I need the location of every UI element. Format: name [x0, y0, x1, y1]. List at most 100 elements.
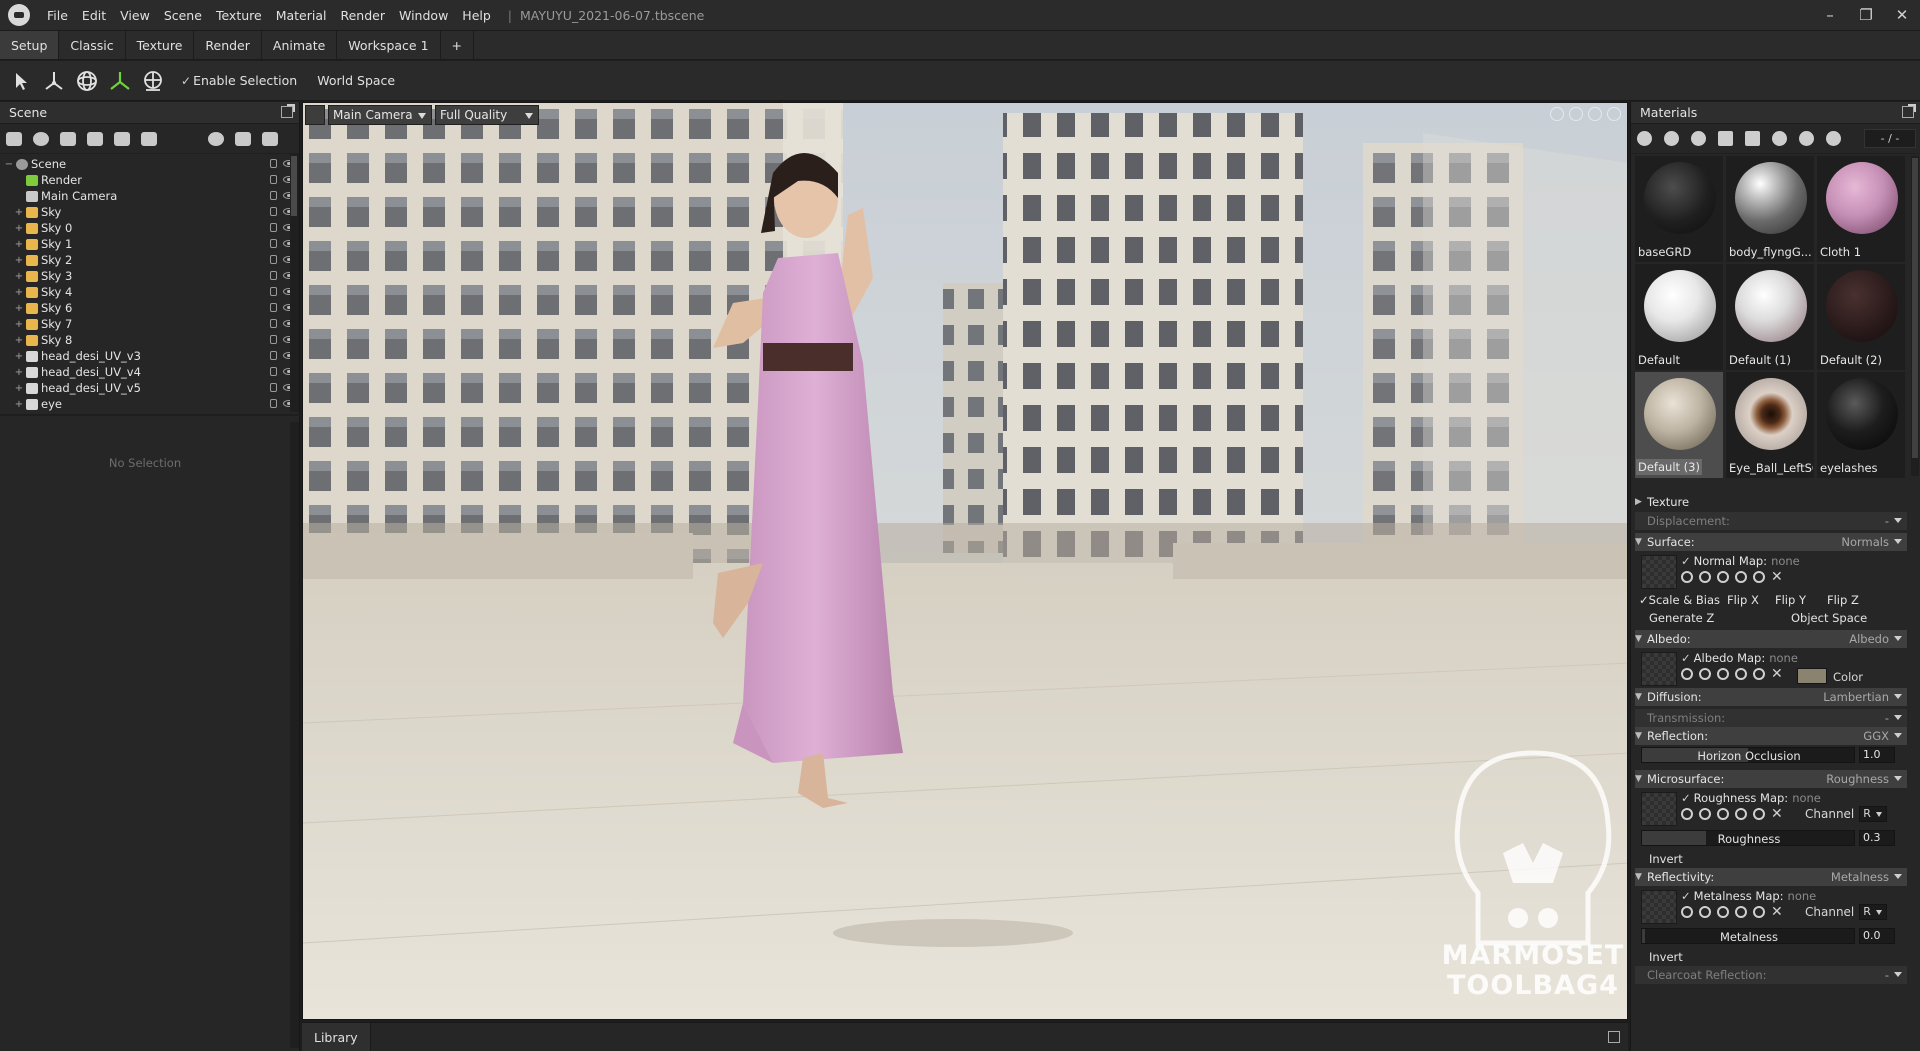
popout-icon[interactable]	[1608, 1031, 1620, 1043]
expand-icon[interactable]: +	[14, 383, 24, 394]
reflection-section[interactable]: ▼ Reflection: GGX	[1635, 727, 1907, 745]
materials-scrollbar[interactable]	[1911, 156, 1919, 476]
refresh-icon[interactable]	[1753, 668, 1765, 680]
expand-icon[interactable]: +	[14, 335, 24, 346]
lock-icon[interactable]	[270, 207, 277, 216]
horizon-occlusion-value[interactable]: 1.0	[1859, 747, 1895, 763]
lock-icon[interactable]	[270, 255, 277, 264]
refresh-icon[interactable]	[1826, 131, 1841, 146]
tree-item[interactable]: + Sky 8	[0, 332, 299, 348]
scale-icon[interactable]	[138, 66, 168, 96]
flip-x-checkbox[interactable]: Flip X	[1727, 593, 1759, 607]
material-thumbnail[interactable]: Default (3)	[1635, 372, 1723, 478]
refresh-icon[interactable]	[1753, 808, 1765, 820]
roughness-invert-checkbox[interactable]: Invert	[1649, 852, 1683, 866]
albedo-map-slot[interactable]: ✓ Albedo Map: none ✕ Color	[1635, 648, 1907, 688]
reflectivity-section[interactable]: ▼ Reflectivity: Metalness	[1635, 868, 1907, 886]
expand-icon[interactable]: +	[14, 399, 24, 410]
displacement-section[interactable]: Displacement: -	[1635, 512, 1907, 530]
clearcoat-section[interactable]: Clearcoat Reflection: -	[1635, 966, 1907, 984]
tree-item[interactable]: Main Camera	[0, 188, 299, 204]
gear-icon[interactable]	[1681, 571, 1693, 583]
roughness-slider[interactable]: Roughness	[1641, 830, 1855, 846]
tree-item[interactable]: + Sky 3	[0, 268, 299, 284]
close-button[interactable]: ✕	[1884, 0, 1920, 30]
expand-icon[interactable]: +	[14, 207, 24, 218]
search-icon[interactable]	[1699, 906, 1711, 918]
tree-item[interactable]: + Sky 1	[0, 236, 299, 252]
microsurface-section[interactable]: ▼ Microsurface: Roughness	[1635, 770, 1907, 788]
metalness-value[interactable]: 0.0	[1859, 928, 1895, 944]
lock-icon[interactable]	[270, 351, 277, 360]
expand-icon[interactable]: +	[14, 271, 24, 282]
lock-icon[interactable]	[270, 287, 277, 296]
metalness-map-slot[interactable]: ✓ Metalness Map: none ✕ Channel R	[1635, 886, 1907, 926]
move-icon[interactable]	[39, 66, 69, 96]
tree-item[interactable]: + Sky 2	[0, 252, 299, 268]
gear-icon[interactable]	[1681, 808, 1693, 820]
tree-item[interactable]: + Sky 4	[0, 284, 299, 300]
scene-scrollbar[interactable]	[290, 154, 299, 412]
albedo-color-swatch[interactable]	[1797, 668, 1827, 684]
material-thumbnail[interactable]: baseGRD	[1635, 156, 1723, 262]
close-icon[interactable]: ✕	[1771, 570, 1783, 584]
gear-icon[interactable]	[1550, 107, 1564, 121]
object-space-checkbox[interactable]: Object Space	[1791, 611, 1867, 625]
minimize-button[interactable]: –	[1812, 0, 1848, 30]
search-icon[interactable]	[1699, 571, 1711, 583]
add-mesh-icon[interactable]	[6, 131, 22, 146]
viewport[interactable]: Main Camera Full Quality MARMOSET TOOLBA…	[302, 102, 1628, 1020]
expand-icon[interactable]: +	[14, 223, 24, 234]
transmission-section[interactable]: Transmission: -	[1635, 709, 1907, 727]
delete-icon[interactable]	[262, 131, 278, 146]
lock-icon[interactable]	[270, 335, 277, 344]
popout-icon[interactable]	[281, 104, 295, 118]
add-turntable-icon[interactable]	[141, 131, 157, 146]
duplicate-material-icon[interactable]	[1664, 131, 1679, 146]
menu-material[interactable]: Material	[269, 8, 334, 23]
tree-item[interactable]: + Sky 6	[0, 300, 299, 316]
add-shadow-catcher-icon[interactable]	[114, 131, 130, 146]
apply-material-icon[interactable]	[1799, 131, 1814, 146]
roughness-channel-select[interactable]: R	[1859, 806, 1888, 822]
expand-icon[interactable]: +	[14, 303, 24, 314]
lock-icon[interactable]	[270, 383, 277, 392]
normal-map-thumbnail[interactable]	[1641, 555, 1677, 589]
metalness-invert-checkbox[interactable]: Invert	[1649, 950, 1683, 964]
scrollbar-thumb[interactable]	[1912, 158, 1918, 458]
menu-file[interactable]: File	[40, 8, 75, 23]
roughness-value[interactable]: 0.3	[1859, 830, 1895, 846]
duplicate-icon[interactable]	[235, 131, 251, 146]
lock-icon[interactable]	[270, 399, 277, 408]
brush-icon[interactable]	[1735, 906, 1747, 918]
select-icon[interactable]	[6, 66, 36, 96]
material-thumbnail[interactable]: Default (1)	[1726, 264, 1814, 370]
gizmo-icon[interactable]	[105, 66, 135, 96]
tree-item[interactable]: Render	[0, 172, 299, 188]
lock-icon[interactable]	[270, 191, 277, 200]
lock-icon[interactable]	[270, 319, 277, 328]
add-material-icon[interactable]	[1637, 131, 1652, 146]
camera-icon[interactable]	[305, 105, 325, 125]
add-workspace-button[interactable]: +	[441, 31, 475, 59]
grid-icon[interactable]	[1588, 107, 1602, 121]
camera-select[interactable]: Main Camera	[328, 105, 432, 125]
brush-icon[interactable]	[1735, 668, 1747, 680]
expand-icon[interactable]: +	[14, 287, 24, 298]
lock-icon[interactable]	[270, 271, 277, 280]
expand-icon[interactable]	[1569, 107, 1583, 121]
brush-icon[interactable]	[1735, 808, 1747, 820]
albedo-map-thumbnail[interactable]	[1641, 652, 1677, 686]
collapse-icon[interactable]: −	[4, 159, 14, 170]
tab-workspace-1[interactable]: Workspace 1	[337, 31, 441, 59]
tab-classic[interactable]: Classic	[59, 31, 126, 59]
metalness-map-thumbnail[interactable]	[1641, 890, 1677, 924]
gear-icon[interactable]	[1681, 906, 1693, 918]
tree-item[interactable]: + Sky 0	[0, 220, 299, 236]
tree-item[interactable]: + head_desi_UV_v3	[0, 348, 299, 364]
folder-icon[interactable]	[1718, 131, 1733, 146]
paint-icon[interactable]	[1717, 571, 1729, 583]
menu-render[interactable]: Render	[333, 8, 392, 23]
lock-icon[interactable]	[270, 175, 277, 184]
scale-bias-checkbox[interactable]: ✓Scale & Bias	[1639, 593, 1720, 607]
